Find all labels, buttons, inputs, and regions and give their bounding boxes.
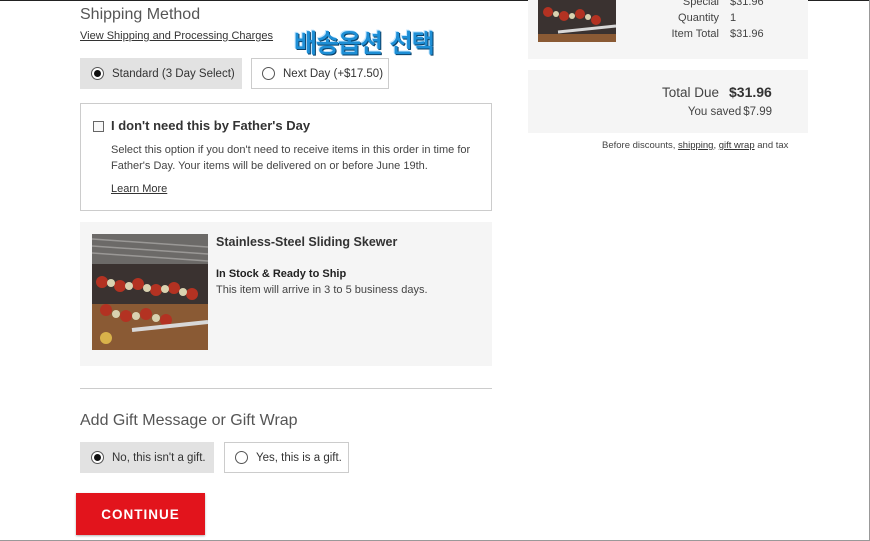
disclaimer-prefix: Before discounts,	[602, 140, 679, 151]
quantity-label: Quantity	[678, 12, 719, 24]
radio-unselected-icon	[235, 451, 248, 464]
item-stock-status: In Stock & Ready to Ship	[216, 268, 347, 280]
order-item-card: Stainless-Steel Sliding Skewer In Stock …	[80, 222, 492, 366]
item-total-value: $31.96	[730, 28, 764, 40]
fathers-day-title: I don't need this by Father's Day	[111, 118, 311, 133]
quantity-value: 1	[730, 12, 737, 24]
shipping-option-standard[interactable]: Standard (3 Day Select)	[80, 58, 242, 89]
fathers-day-checkbox[interactable]	[93, 121, 104, 132]
special-price-label: Special	[682, 0, 719, 8]
shipping-option-annotation: 배송옵션 선택	[294, 29, 435, 58]
savings-label: You saved	[687, 106, 742, 118]
special-price-value: $31.96	[730, 0, 764, 8]
gift-option-no-label: No, this isn't a gift.	[112, 451, 206, 464]
shipping-charges-link[interactable]: View Shipping and Processing Charges	[80, 30, 273, 42]
radio-selected-icon	[91, 451, 104, 464]
disclaimer-shipping-link[interactable]: shipping	[678, 140, 713, 151]
radio-selected-icon	[91, 67, 104, 80]
shipping-option-next-day-label: Next Day (+$17.50)	[283, 67, 384, 80]
summary-item-thumbnail	[538, 0, 616, 42]
gift-options-heading: Add Gift Message or Gift Wrap	[80, 412, 298, 429]
fathers-day-option-box: I don't need this by Father's Day Select…	[80, 103, 492, 211]
shipping-option-next-day[interactable]: Next Day (+$17.50)	[251, 58, 389, 89]
gift-option-yes-label: Yes, this is a gift.	[256, 451, 342, 464]
total-due-value: $31.96	[729, 84, 772, 100]
disclaimer-gift-wrap-link[interactable]: gift wrap	[719, 140, 755, 151]
shipping-method-heading: Shipping Method	[80, 6, 201, 23]
order-summary-item: Special $31.96 Quantity 1 Item Total $31…	[528, 0, 808, 59]
item-total-label: Item Total	[671, 28, 720, 40]
order-total-panel: Total Due $31.96 You saved $7.99	[528, 70, 808, 133]
radio-unselected-icon	[262, 67, 275, 80]
item-name: Stainless-Steel Sliding Skewer	[216, 235, 398, 249]
savings-value: $7.99	[743, 106, 772, 118]
gift-option-no[interactable]: No, this isn't a gift.	[80, 442, 214, 473]
item-arrival-estimate: This item will arrive in 3 to 5 business…	[216, 284, 428, 296]
savings-text: You saved $7.99	[688, 106, 772, 118]
learn-more-link[interactable]: Learn More	[111, 183, 167, 195]
shipping-option-standard-label: Standard (3 Day Select)	[112, 67, 235, 80]
section-divider	[80, 388, 492, 389]
skewer-product-image	[92, 234, 208, 350]
fathers-day-description: Select this option if you don't need to …	[111, 144, 471, 172]
disclaimer-suffix: and tax	[754, 140, 789, 151]
gift-option-yes[interactable]: Yes, this is a gift.	[224, 442, 349, 473]
total-due-label: Total Due	[661, 85, 719, 100]
continue-button[interactable]: CONTINUE	[76, 493, 205, 535]
pricing-disclaimer: Before discounts, shipping, gift wrap an…	[602, 140, 788, 151]
